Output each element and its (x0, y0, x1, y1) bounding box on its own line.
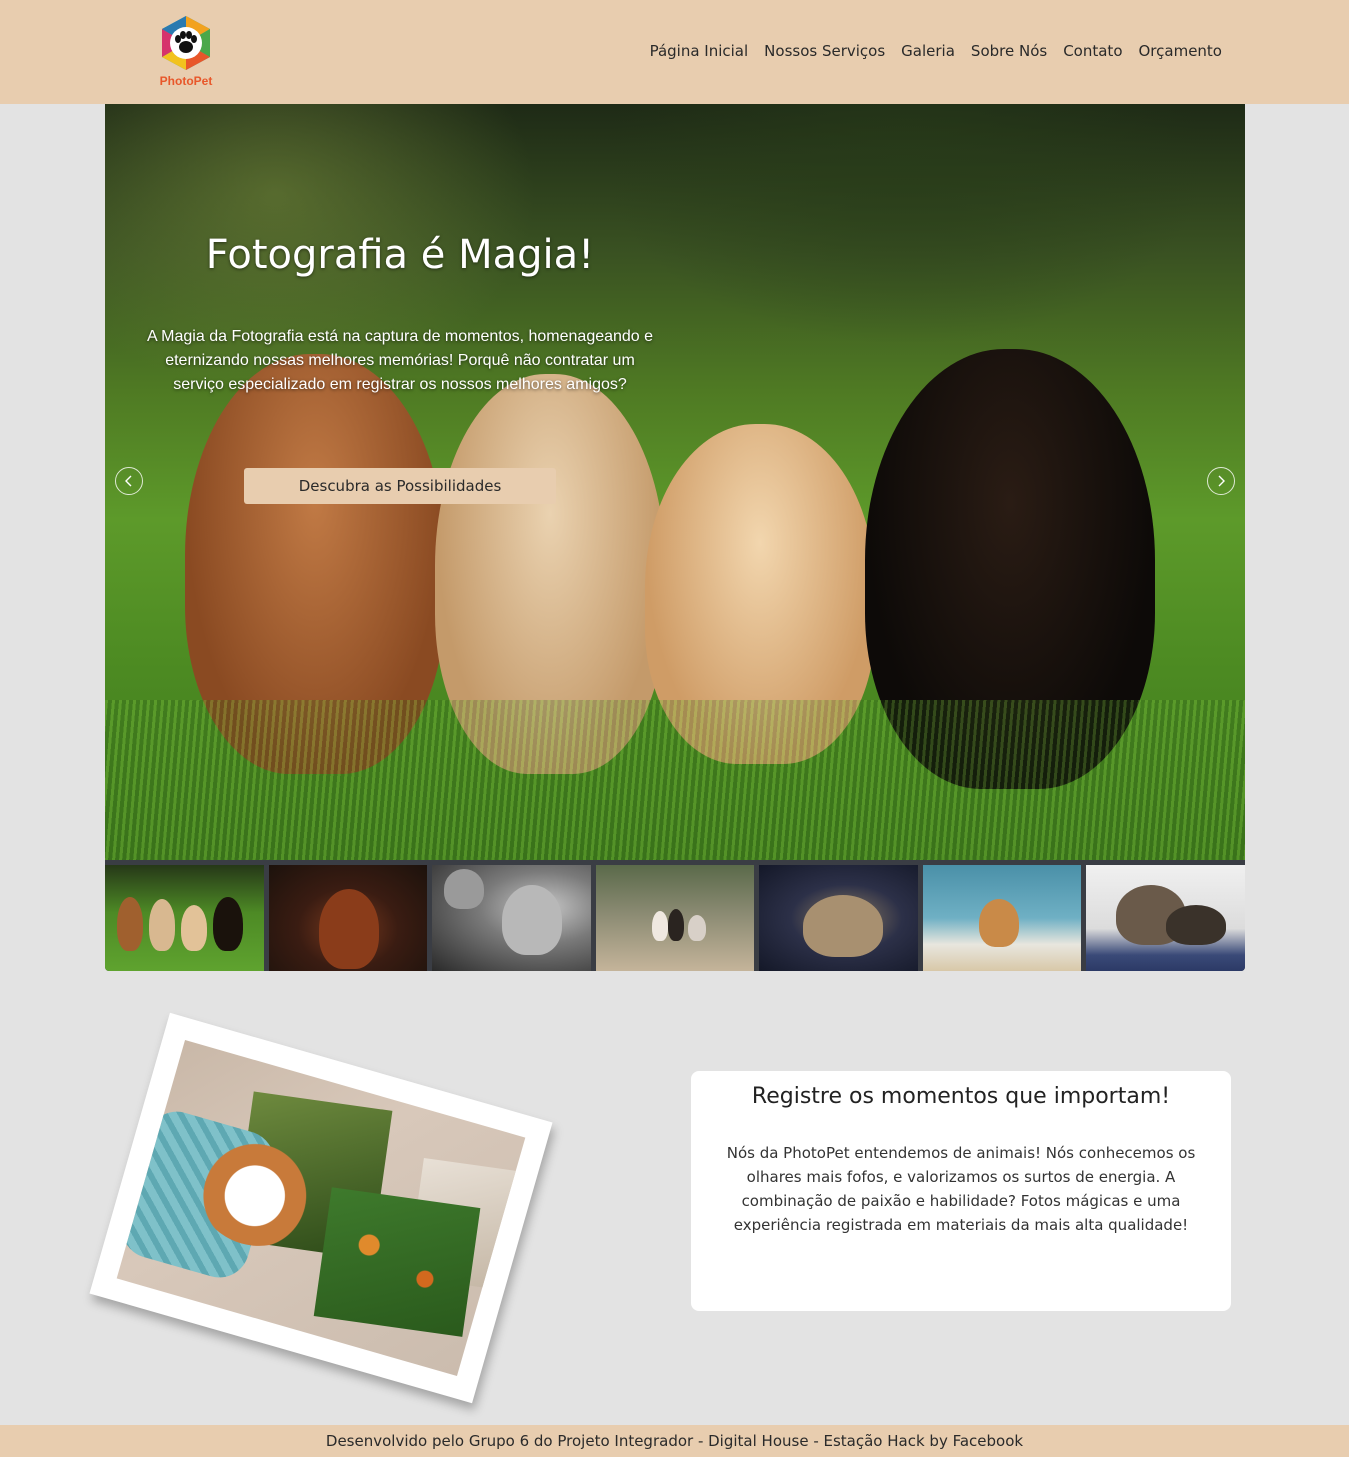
hero-carousel: Fotografia é Magia! A Magia da Fotografi… (105, 104, 1245, 860)
nav-item-services[interactable]: Nossos Serviços (764, 42, 885, 60)
logo-text: PhotoPet (159, 74, 213, 88)
chevron-right-icon (1218, 475, 1225, 487)
logo[interactable]: PhotoPet (150, 14, 222, 90)
carousel-prev-button[interactable] (115, 467, 143, 495)
nav-item-gallery[interactable]: Galeria (901, 42, 955, 60)
site-footer: Desenvolvido pelo Grupo 6 do Projeto Int… (0, 1425, 1349, 1457)
chevron-left-icon (125, 475, 132, 487)
nav-item-about[interactable]: Sobre Nós (971, 42, 1047, 60)
paw-hexagon-icon (162, 16, 210, 70)
hero-text: A Magia da Fotografia está na captura de… (146, 328, 654, 393)
thumbnail-dogs-grass[interactable] (105, 865, 264, 971)
polaroid-photo-frame (89, 1012, 553, 1404)
thumbnail-kitten[interactable] (1086, 865, 1246, 971)
about-card: Registre os momentos que importam! Nós d… (691, 1071, 1231, 1311)
thumbnail-dogs-path[interactable] (595, 865, 755, 971)
carousel-thumbnails (105, 860, 1246, 971)
photo-album-image (116, 1040, 526, 1376)
hero-title: Fotografia é Magia! (205, 232, 595, 278)
nav-item-quote[interactable]: Orçamento (1139, 42, 1223, 60)
footer-text: Desenvolvido pelo Grupo 6 do Projeto Int… (325, 1432, 1024, 1450)
thumbnail-beach-dog[interactable] (922, 865, 1082, 971)
nav-item-contact[interactable]: Contato (1063, 42, 1122, 60)
thumbnail-brown-dog[interactable] (268, 865, 428, 971)
carousel-next-button[interactable] (1207, 467, 1235, 495)
discover-button[interactable]: Descubra as Possibilidades (244, 468, 556, 504)
site-header: PhotoPet Página Inicial Nossos Serviços … (0, 0, 1349, 104)
thumbnail-tabby-cat[interactable] (759, 865, 918, 971)
nav-item-home[interactable]: Página Inicial (650, 42, 749, 60)
thumbnail-grey-cat[interactable] (432, 865, 591, 971)
hero-photo-grass (105, 700, 1245, 860)
about-title: Registre os momentos que importam! (751, 1084, 1171, 1109)
main-nav: Página Inicial Nossos Serviços Galeria S… (650, 42, 1222, 60)
album-book (313, 1187, 481, 1337)
about-text: Nós da PhotoPet entendemos de animais! N… (726, 1144, 1196, 1234)
